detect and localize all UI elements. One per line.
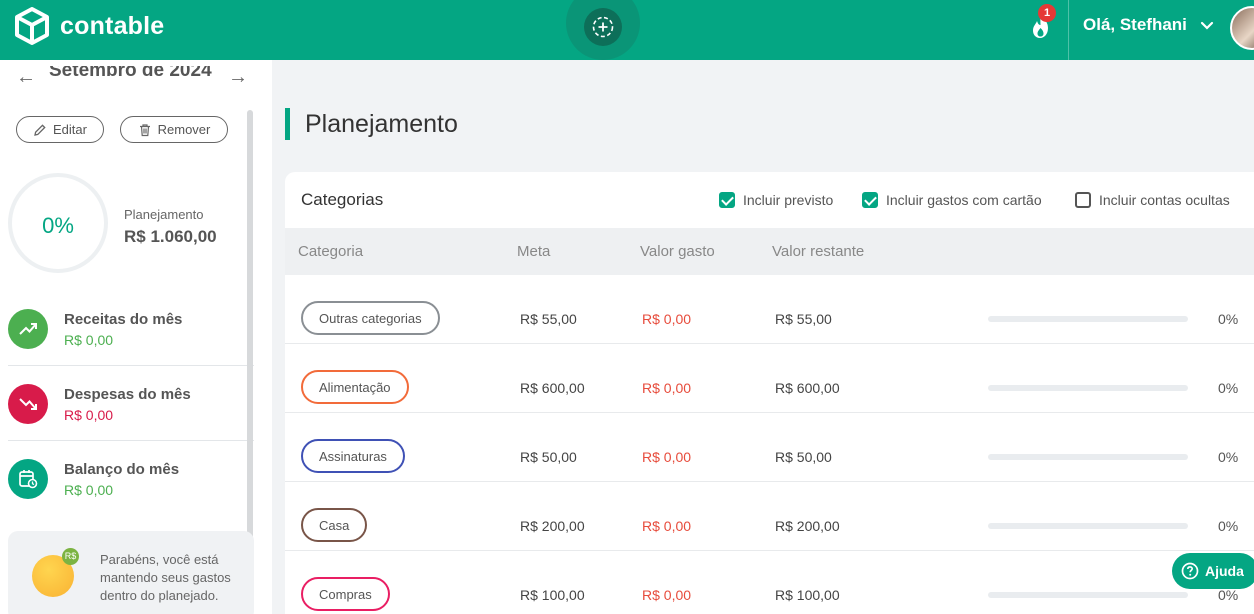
top-bar: contable 1 Olá, Stefhani	[0, 0, 1254, 60]
progress-bar	[988, 454, 1188, 460]
card-title: Categorias	[301, 190, 384, 209]
remove-label: Remover	[157, 122, 211, 137]
checkbox-checked-icon	[719, 192, 735, 208]
goal-cell: R$ 200,00	[520, 518, 585, 534]
include-forecast-checkbox[interactable]: Incluir previsto	[719, 192, 833, 208]
expense-value: R$ 0,00	[64, 407, 114, 423]
include-hidden-accounts-checkbox[interactable]: Incluir contas ocultas	[1075, 192, 1230, 208]
page-title: Planejamento	[305, 110, 458, 138]
balance-value: R$ 0,00	[64, 482, 114, 498]
table-header: Categoria Meta Valor gasto Valor restant…	[285, 228, 1254, 275]
column-goal: Meta	[517, 243, 551, 260]
help-label: Ajuda	[1205, 563, 1244, 579]
table-row[interactable]: Compras R$ 100,00 R$ 0,00 R$ 100,00 0%	[285, 551, 1254, 614]
tip-card: R$ Parabéns, você está mantendo seus gas…	[8, 531, 254, 614]
chevron-down-icon[interactable]	[1200, 18, 1214, 32]
category-pill[interactable]: Alimentação	[301, 370, 409, 404]
income-summary[interactable]: Receitas do mês R$ 0,00	[8, 301, 254, 373]
spent-cell: R$ 0,00	[642, 587, 692, 603]
remaining-cell: R$ 600,00	[775, 380, 840, 396]
include-card-expenses-checkbox[interactable]: Incluir gastos com cartão	[862, 192, 1042, 208]
next-month-button[interactable]: →	[228, 66, 248, 89]
user-avatar[interactable]	[1230, 6, 1254, 50]
prev-month-button[interactable]: ←	[16, 66, 36, 89]
income-value: R$ 0,00	[64, 332, 114, 348]
checkbox-label: Incluir contas ocultas	[1099, 192, 1230, 208]
checkbox-checked-icon	[862, 192, 878, 208]
question-circle-icon	[1181, 562, 1199, 580]
balance-title: Balanço do mês	[64, 461, 180, 478]
sidebar: ← Setembro de 2024 → Editar Remover 0% P…	[0, 60, 272, 614]
balance-summary[interactable]: Balanço do mês R$ 0,00	[8, 451, 254, 523]
money-badge-icon: R$	[62, 548, 79, 565]
table-row[interactable]: Casa R$ 200,00 R$ 0,00 R$ 200,00 0%	[285, 482, 1254, 551]
progress-bar	[988, 316, 1188, 322]
month-label: Setembro de 2024	[49, 66, 212, 81]
help-button[interactable]: Ajuda	[1172, 553, 1254, 589]
progress-bar	[988, 523, 1188, 529]
remaining-cell: R$ 100,00	[775, 587, 840, 603]
checkbox-label: Incluir previsto	[743, 192, 834, 208]
box-logo-icon	[15, 7, 49, 45]
category-pill[interactable]: Outras categorias	[301, 301, 440, 335]
planning-value: R$ 1.060,00	[124, 227, 217, 246]
planning-label: Planejamento	[124, 207, 204, 222]
remaining-cell: R$ 200,00	[775, 518, 840, 534]
goal-cell: R$ 100,00	[520, 587, 585, 603]
table-row[interactable]: Alimentação R$ 600,00 R$ 0,00 R$ 600,00 …	[285, 344, 1254, 413]
notification-badge: 1	[1038, 4, 1056, 22]
progress-percent: 0%	[1218, 311, 1239, 327]
title-accent	[285, 108, 290, 140]
spent-cell: R$ 0,00	[642, 380, 692, 396]
trending-down-icon	[8, 384, 48, 424]
goal-cell: R$ 600,00	[520, 380, 585, 396]
remaining-cell: R$ 50,00	[775, 449, 832, 465]
progress-bar	[988, 592, 1188, 598]
checkbox-unchecked-icon	[1075, 192, 1091, 208]
spent-cell: R$ 0,00	[642, 449, 692, 465]
divider	[8, 365, 254, 366]
category-pill[interactable]: Compras	[301, 577, 390, 611]
remove-button[interactable]: Remover	[120, 116, 228, 143]
expense-summary[interactable]: Despesas do mês R$ 0,00	[8, 376, 254, 448]
trending-up-icon	[8, 309, 48, 349]
checkbox-label: Incluir gastos com cartão	[886, 192, 1042, 208]
progress-percent: 0%	[1218, 380, 1239, 396]
remaining-cell: R$ 55,00	[775, 311, 832, 327]
progress-percent: 0%	[1218, 587, 1239, 603]
progress-percent: 0%	[42, 213, 74, 238]
categories-card: Categorias Incluir previsto Incluir gast…	[285, 172, 1254, 614]
income-title: Receitas do mês	[64, 311, 183, 328]
progress-percent: 0%	[1218, 449, 1239, 465]
expense-title: Despesas do mês	[64, 386, 191, 403]
column-remaining: Valor restante	[772, 243, 865, 260]
goal-cell: R$ 55,00	[520, 311, 577, 327]
category-pill[interactable]: Assinaturas	[301, 439, 405, 473]
goal-cell: R$ 50,00	[520, 449, 577, 465]
spent-cell: R$ 0,00	[642, 518, 692, 534]
category-pill[interactable]: Casa	[301, 508, 368, 542]
calendar-clock-icon	[8, 459, 48, 499]
trash-icon	[139, 123, 150, 136]
user-greeting[interactable]: Olá, Stefhani	[1083, 15, 1187, 35]
spent-cell: R$ 0,00	[642, 311, 692, 327]
edit-button[interactable]: Editar	[16, 116, 104, 143]
column-category: Categoria	[298, 243, 364, 260]
pencil-icon	[34, 123, 46, 136]
header-divider	[1068, 0, 1069, 60]
progress-ring: 0%	[8, 173, 108, 273]
table-row[interactable]: Outras categorias R$ 55,00 R$ 0,00 R$ 55…	[285, 275, 1254, 344]
month-navigator: ← Setembro de 2024 →	[16, 66, 252, 90]
table-row[interactable]: Assinaturas R$ 50,00 R$ 0,00 R$ 50,00 0%	[285, 413, 1254, 482]
progress-percent: 0%	[1218, 518, 1239, 534]
quick-add-button[interactable]	[566, 0, 640, 60]
brand-logo[interactable]: contable	[14, 7, 164, 45]
divider	[8, 440, 254, 441]
tip-text: Parabéns, você está mantendo seus gastos…	[100, 552, 231, 603]
progress-bar	[988, 385, 1188, 391]
column-spent: Valor gasto	[640, 243, 715, 260]
brand-name: contable	[60, 11, 165, 40]
add-circle-icon	[592, 16, 614, 38]
edit-label: Editar	[53, 122, 87, 137]
